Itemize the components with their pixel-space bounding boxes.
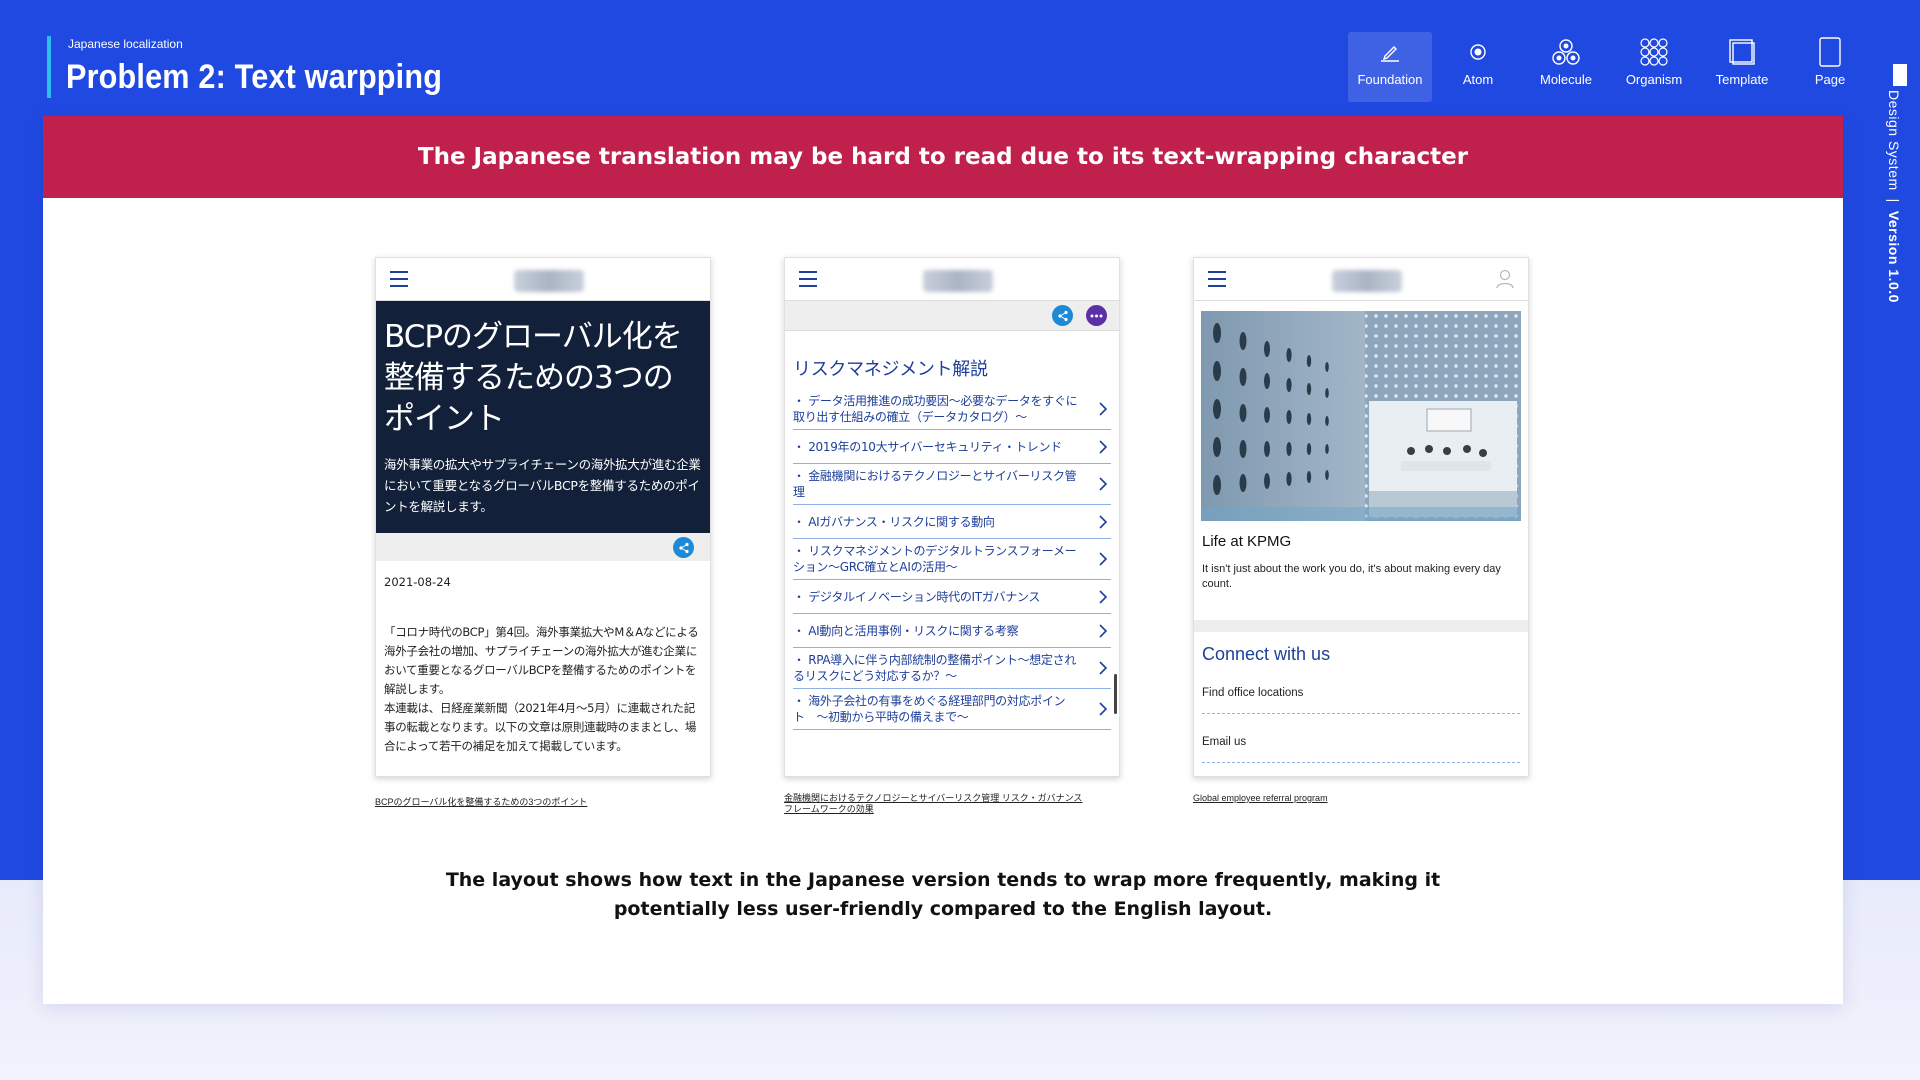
organism-icon [1639, 32, 1669, 72]
list-heading: リスクマネジメント解説 [793, 359, 988, 380]
nav-foundation[interactable]: Foundation [1348, 32, 1432, 102]
header-accent-bar [47, 36, 51, 98]
blurred-logo [1332, 270, 1402, 292]
list-item[interactable]: ・ AI動向と活用事例・リスクに関する考察 [793, 614, 1111, 648]
list-item[interactable]: ・ 金融機関におけるテクノロジーとサイバーリスク管理 [793, 464, 1111, 505]
content-panel: The Japanese translation may be hard to … [43, 116, 1843, 1004]
article-body: 「コロナ時代のBCP」第4回。海外事業拡大やM＆Aなどによる海外子会社の増加、サ… [384, 623, 702, 756]
careers-text: It isn't just about the work you do, it'… [1202, 563, 1501, 590]
share-icon[interactable] [673, 537, 694, 558]
header-kicker: Japanese localization [68, 37, 183, 51]
side-version: Version 1.0.0 [1886, 210, 1902, 303]
phone-mockup-careers: Life at KPMG It isn't just about the wor… [1193, 257, 1529, 777]
list-item-label: ・ 金融機関におけるテクノロジーとサイバーリスク管理 [793, 469, 1077, 499]
design-system-nav: Foundation Atom Molecule Organism Templa… [1348, 32, 1876, 102]
page-title: Problem 2: Text warpping [66, 58, 443, 96]
nav-label: Molecule [1539, 72, 1593, 87]
article-body-paragraph: 本連載は、日経産業新聞（2021年4月〜5月）に連載された記事の転載となります。… [384, 701, 697, 753]
list-item-label: ・ AIガバナンス・リスクに関する動向 [793, 514, 995, 529]
nav-label: Organism [1625, 72, 1683, 87]
list-item-label: ・ リスクマネジメントのデジタルトランスフォーメーション〜GRC確立とAIの活用… [793, 544, 1077, 574]
phone-mockup-article: BCPのグローバル化を整備するための3つのポイント 海外事業の拡大やサプライチェ… [375, 257, 711, 777]
share-row [376, 533, 710, 561]
nav-page[interactable]: Page [1788, 32, 1872, 102]
scrollbar[interactable] [1114, 674, 1117, 714]
explanation-text: The layout shows how text in the Japanes… [43, 866, 1843, 924]
explanation-line: potentially less user-friendly compared … [613, 898, 1273, 920]
link-find-office[interactable]: Find office locations [1202, 665, 1520, 714]
list-item-label: ・ デジタルイノベーション時代のITガバナンス [793, 589, 1041, 604]
action-bar [785, 301, 1119, 331]
list-item[interactable]: ・ 2019年の10大サイバーセキュリティ・トレンド [793, 430, 1111, 464]
phone-header [376, 258, 710, 301]
nav-atom[interactable]: Atom [1436, 32, 1520, 102]
nav-molecule[interactable]: Molecule [1524, 32, 1608, 102]
design-system-version-label: Design System | Version 1.0.0 [1886, 90, 1902, 303]
chevron-right-icon [1099, 439, 1108, 458]
chevron-right-icon [1099, 702, 1108, 720]
side-marker [1893, 64, 1907, 86]
list-item[interactable]: ・ 海外子会社の有事をめぐる経理部門の対応ポイント 〜初動から平時の備えまで〜 [793, 689, 1111, 730]
office-photo [1201, 311, 1521, 521]
list-item[interactable]: ・ RPA導入に伴う内部統制の整備ポイント〜想定されるリスクにどう対応するか？〜 [793, 648, 1111, 689]
caption-careers[interactable]: Global employee referral program [1193, 793, 1493, 804]
list-item[interactable]: ・ データ活用推進の成功要因〜必要なデータをすぐに取り出す仕組みの確立（データカ… [793, 389, 1111, 430]
article-date: 2021-08-24 [384, 575, 451, 589]
more-icon[interactable] [1086, 305, 1107, 326]
nav-template[interactable]: Template [1700, 32, 1784, 102]
chevron-right-icon [1099, 623, 1108, 642]
caption-article[interactable]: BCPのグローバル化を整備するための3つのポイント [375, 797, 715, 808]
list-item[interactable]: ・ デジタルイノベーション時代のITガバナンス [793, 580, 1111, 614]
article-hero: BCPのグローバル化を整備するための3つのポイント 海外事業の拡大やサプライチェ… [376, 301, 710, 533]
nav-label: Page [1814, 72, 1846, 87]
share-icon[interactable] [1052, 305, 1073, 326]
article-title: BCPのグローバル化を整備するための3つのポイント [384, 319, 683, 437]
blurred-logo [514, 270, 584, 292]
menu-icon[interactable] [1208, 271, 1226, 287]
section-divider [1194, 620, 1528, 632]
list-item-label: ・ AI動向と活用事例・リスクに関する考察 [793, 623, 1019, 638]
nav-label: Atom [1462, 72, 1494, 87]
phone-header [785, 258, 1119, 301]
list-item-label: ・ 2019年の10大サイバーセキュリティ・トレンド [793, 439, 1062, 454]
nav-label: Template [1715, 72, 1769, 87]
list-item-label: ・ RPA導入に伴う内部統制の整備ポイント〜想定されるリスクにどう対応するか？〜 [793, 653, 1077, 683]
chevron-right-icon [1099, 589, 1108, 608]
article-body-paragraph: 「コロナ時代のBCP」第4回。海外事業拡大やM＆Aなどによる海外子会社の増加、サ… [384, 625, 699, 696]
phone-mockup-list: リスクマネジメント解説 ・ データ活用推進の成功要因〜必要なデータをすぐに取り出… [784, 257, 1120, 777]
side-label: Design System [1886, 90, 1902, 191]
side-separator: | [1886, 198, 1902, 203]
page-icon [1818, 32, 1842, 72]
chevron-right-icon [1099, 477, 1108, 495]
caption-list[interactable]: 金融機関におけるテクノロジーとサイバーリスク管理 リスク・ガバナンスフレームワー… [784, 793, 1084, 815]
template-icon [1728, 32, 1756, 72]
molecule-icon [1551, 32, 1581, 72]
list-item-label: ・ 海外子会社の有事をめぐる経理部門の対応ポイント 〜初動から平時の備えまで〜 [793, 694, 1066, 724]
chevron-right-icon [1099, 402, 1108, 420]
connect-heading: Connect with us [1202, 644, 1331, 664]
chevron-right-icon [1099, 552, 1108, 570]
article-description: 海外事業の拡大やサプライチェーンの海外拡大が進む企業において重要となるグローバル… [384, 457, 701, 514]
menu-icon[interactable] [799, 271, 817, 287]
chevron-right-icon [1099, 514, 1108, 533]
nav-organism[interactable]: Organism [1612, 32, 1696, 102]
phone-header [1194, 258, 1528, 301]
careers-title: Life at KPMG [1202, 533, 1292, 550]
link-email-us[interactable]: Email us [1202, 714, 1520, 763]
nav-label: Foundation [1357, 72, 1423, 87]
pen-icon [1379, 32, 1401, 72]
chevron-right-icon [1099, 661, 1108, 679]
article-list: ・ データ活用推進の成功要因〜必要なデータをすぐに取り出す仕組みの確立（データカ… [793, 389, 1111, 730]
menu-icon[interactable] [390, 271, 408, 287]
user-icon[interactable] [1496, 269, 1514, 293]
list-item-label: ・ データ活用推進の成功要因〜必要なデータをすぐに取り出す仕組みの確立（データカ… [793, 394, 1078, 424]
list-item[interactable]: ・ AIガバナンス・リスクに関する動向 [793, 505, 1111, 539]
blurred-logo [923, 270, 993, 292]
explanation-line: The layout shows how text in the Japanes… [445, 869, 1441, 891]
problem-banner: The Japanese translation may be hard to … [43, 116, 1843, 198]
list-item[interactable]: ・ リスクマネジメントのデジタルトランスフォーメーション〜GRC確立とAIの活用… [793, 539, 1111, 580]
atom-icon [1468, 32, 1488, 72]
